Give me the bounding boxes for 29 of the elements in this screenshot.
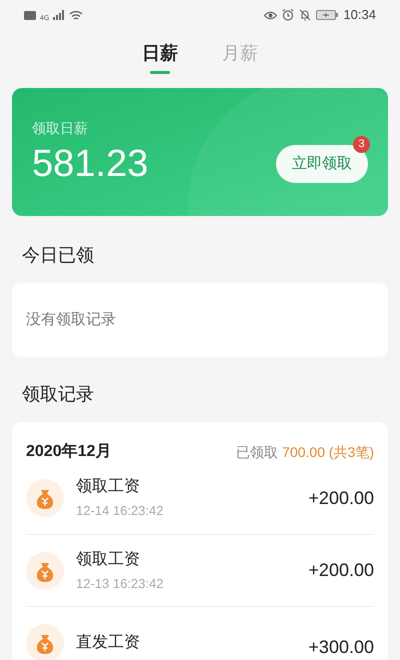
money-bag-icon <box>26 552 64 590</box>
mute-icon <box>299 9 312 21</box>
badge: 3 <box>353 136 370 153</box>
record-amount: +200.00 <box>308 559 374 582</box>
salary-amount: 581.23 <box>32 145 148 183</box>
record-time: 12-13 16:23:42 <box>76 574 164 593</box>
summary-label: 已领取 <box>236 442 278 462</box>
record-time: 12-14 16:23:42 <box>76 502 164 520</box>
record-title: 领取工资 <box>76 550 141 570</box>
clock: 10:34 <box>343 6 376 24</box>
card-label: 领取日薪 <box>32 119 89 138</box>
month-label: 2020年12月 <box>26 442 112 462</box>
empty-text: 没有领取记录 <box>26 310 116 330</box>
summary-value: 700.00 (共3笔) <box>282 442 374 462</box>
record-amount: +200.00 <box>308 486 374 510</box>
tab[interactable]: 日薪 <box>142 40 178 67</box>
alarm-icon <box>282 9 294 21</box>
section-title: 今日已领 <box>21 244 95 267</box>
record-title: 直发工资 <box>76 632 141 652</box>
eye-icon <box>264 10 278 20</box>
tab-indicator <box>150 71 170 74</box>
signal-icon <box>53 10 66 20</box>
wifi-icon <box>69 10 84 20</box>
section-title: 领取记录 <box>21 383 95 406</box>
record-title: 领取工资 <box>76 477 141 498</box>
money-bag-icon <box>26 479 64 517</box>
record-amount: +300.00 <box>308 636 374 659</box>
battery-icon <box>316 10 338 20</box>
tab[interactable]: 月薪 <box>222 40 258 67</box>
